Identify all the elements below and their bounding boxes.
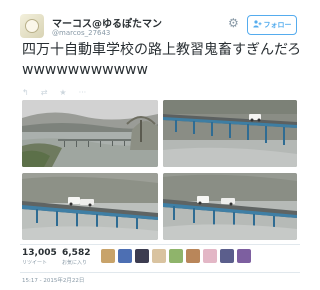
favorite-label: お気に入り — [62, 260, 88, 266]
tweet-card: マーコス@ゆるぽたマン @marcos_27643 ⚙ フォロー 四万十自動車学… — [0, 0, 320, 290]
more-icon[interactable]: ··· — [79, 88, 87, 97]
divider — [20, 244, 300, 245]
favoriter-avatar[interactable] — [186, 249, 200, 263]
star-icon[interactable]: ★ — [59, 88, 66, 97]
photo-4[interactable] — [163, 173, 297, 240]
photo-1[interactable] — [22, 100, 158, 167]
favoriter-avatar[interactable] — [169, 249, 183, 263]
avatar-character — [25, 19, 39, 33]
retweet-label: リツイート — [22, 260, 48, 266]
favorite-stat[interactable]: 6,582 お気に入り — [62, 248, 90, 266]
retweet-count: 13,005 — [22, 248, 57, 258]
tweet-actions: ↰ ⇄ ★ ··· — [22, 88, 86, 97]
retweet-stat[interactable]: 13,005 リツイート — [22, 248, 57, 266]
reply-icon[interactable]: ↰ — [22, 88, 29, 97]
follow-button[interactable]: フォロー — [247, 15, 297, 35]
photo-2[interactable] — [163, 100, 297, 167]
person-plus-icon — [252, 20, 262, 30]
favoriter-avatar[interactable] — [152, 249, 166, 263]
retweet-icon[interactable]: ⇄ — [41, 88, 48, 97]
username[interactable]: @marcos_27643 — [52, 29, 110, 37]
favorite-count: 6,582 — [62, 248, 91, 258]
favoriter-avatar[interactable] — [101, 249, 115, 263]
photo-3[interactable] — [22, 173, 158, 240]
favoriter-avatar[interactable] — [135, 249, 149, 263]
favoriters-avatars — [101, 249, 251, 263]
display-name[interactable]: マーコス@ゆるぽたマン — [52, 15, 162, 30]
tweet-text: 四万十自動車学校の路上教習鬼畜すぎんだろwwwwwwwwwww — [22, 42, 302, 78]
timestamp[interactable]: 15:17 - 2015年2月22日 — [22, 276, 84, 284]
favoriter-avatar[interactable] — [220, 249, 234, 263]
favoriter-avatar[interactable] — [237, 249, 251, 263]
follow-label: フォロー — [263, 21, 292, 29]
avatar[interactable] — [20, 14, 44, 38]
favoriter-avatar[interactable] — [118, 249, 132, 263]
favoriter-avatar[interactable] — [203, 249, 217, 263]
gear-icon[interactable]: ⚙ — [228, 17, 239, 29]
divider — [20, 272, 300, 273]
